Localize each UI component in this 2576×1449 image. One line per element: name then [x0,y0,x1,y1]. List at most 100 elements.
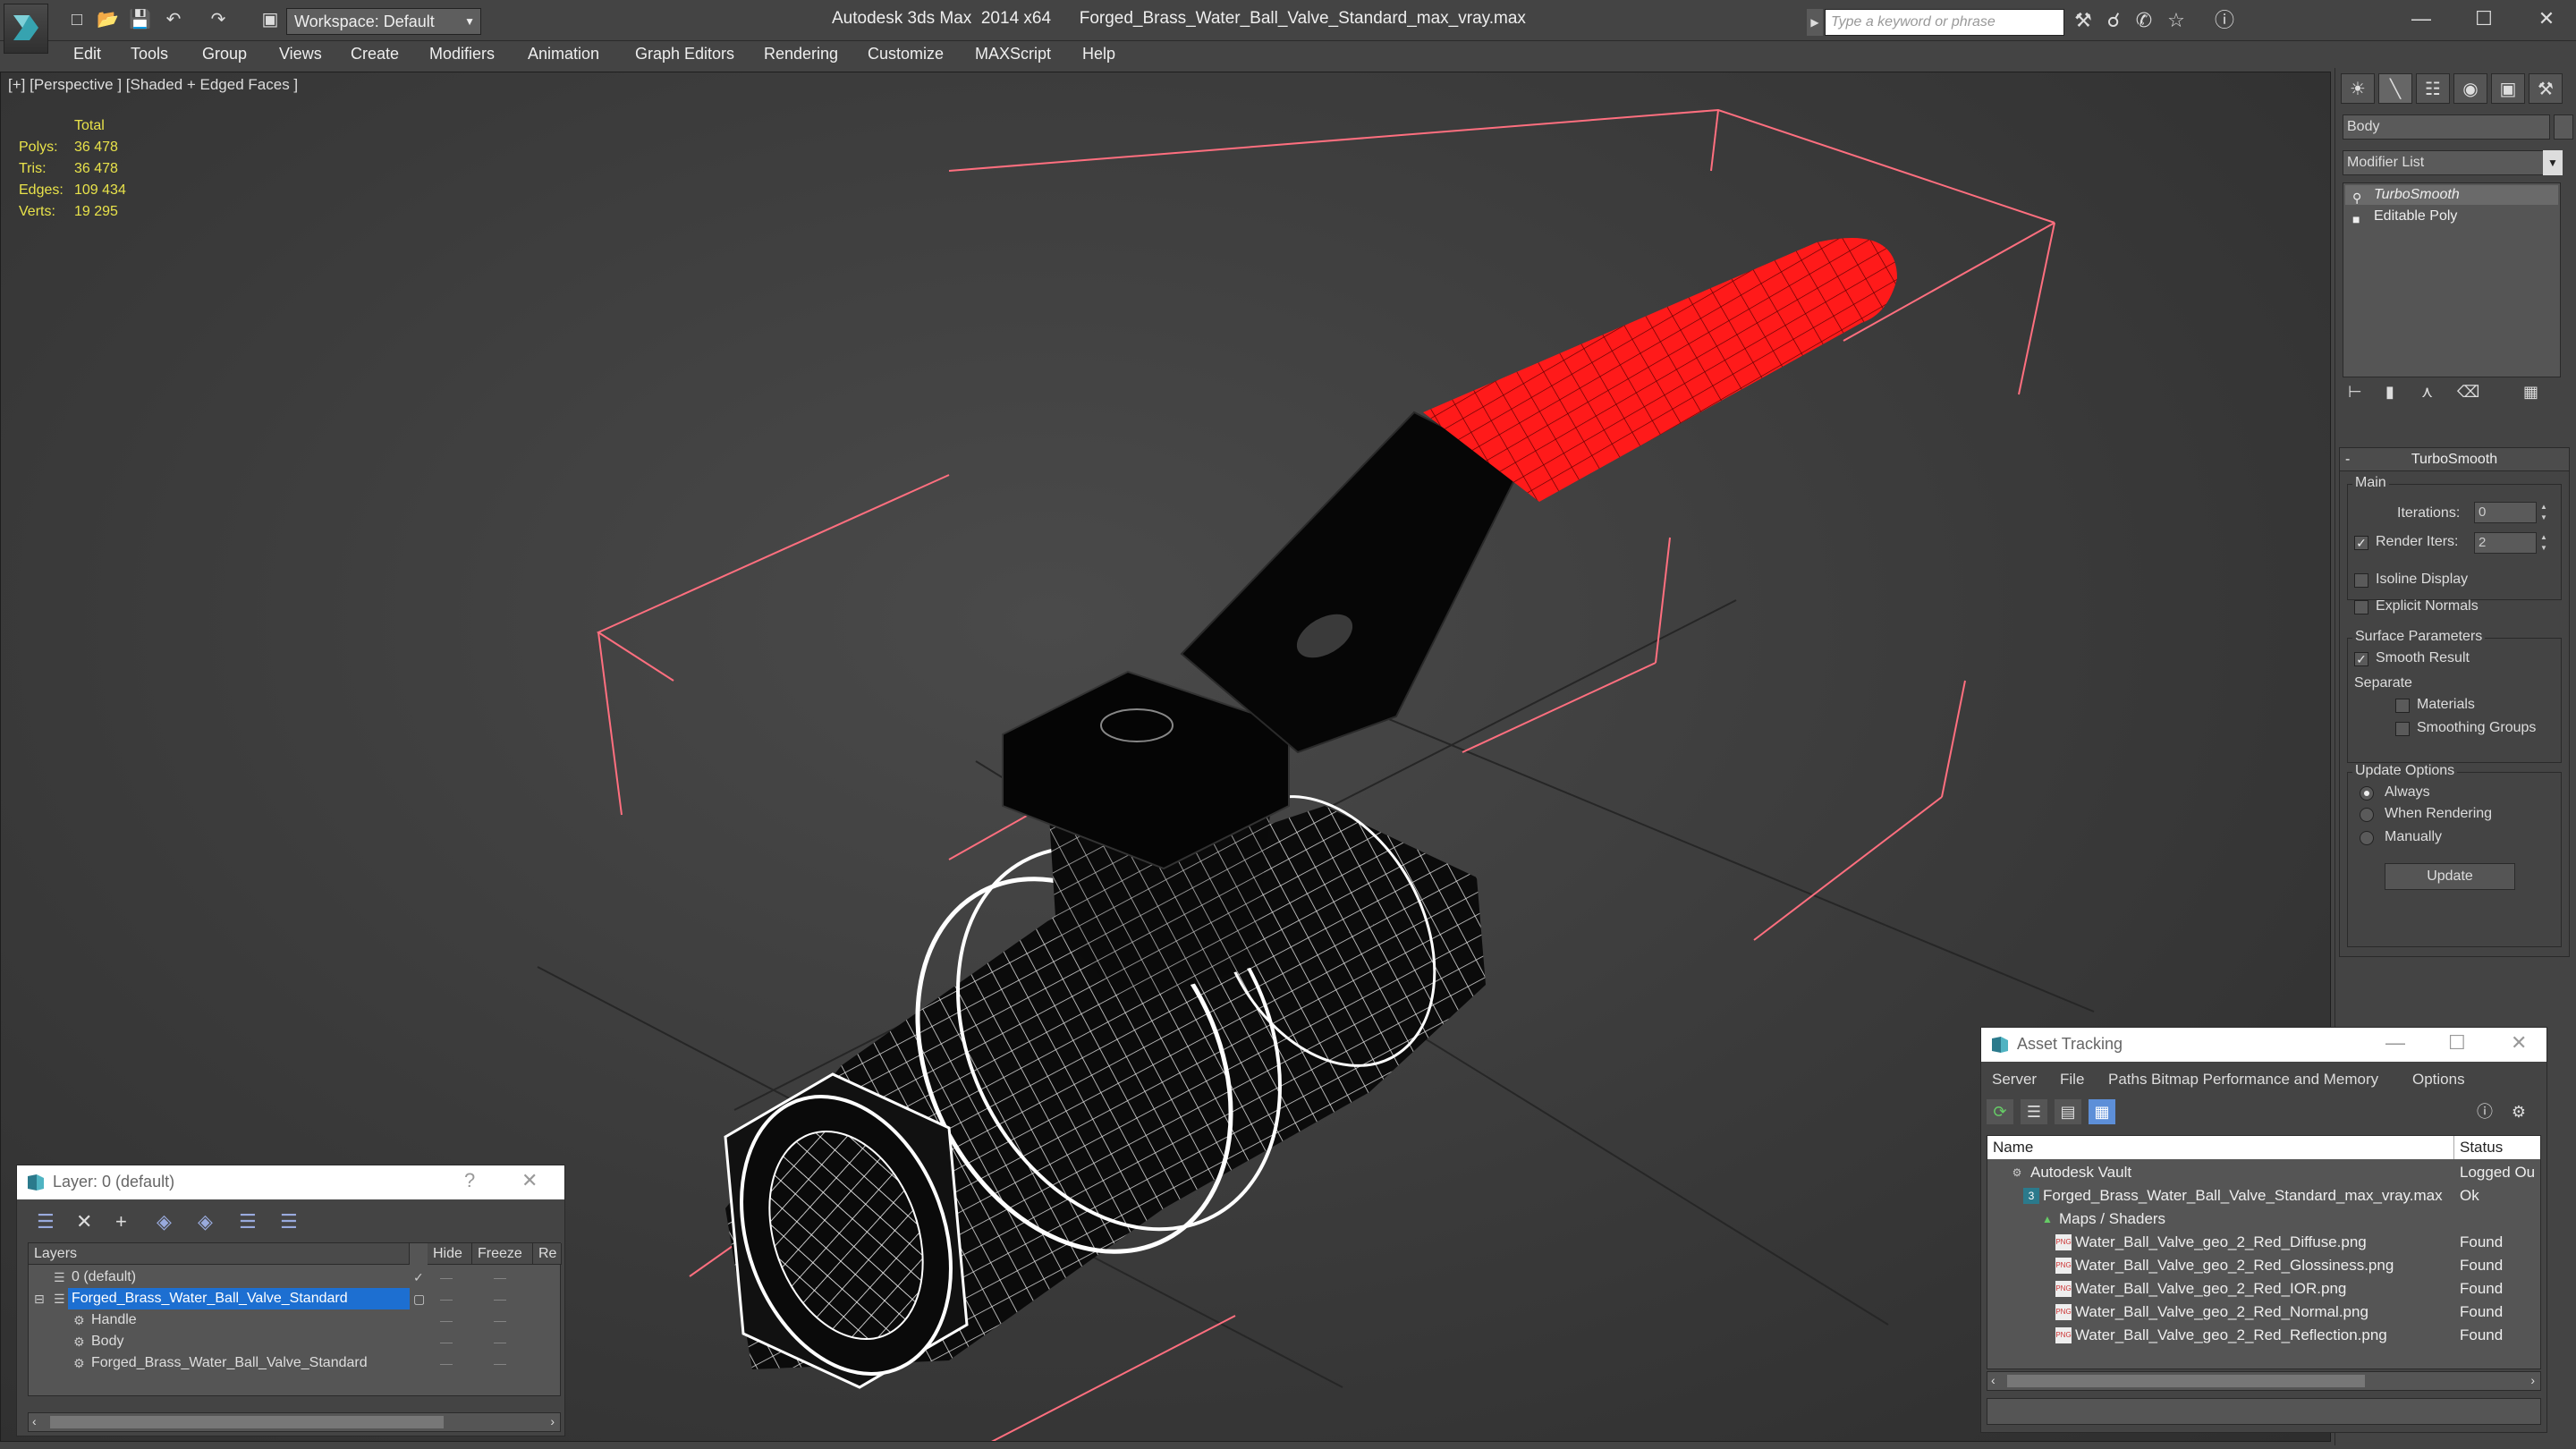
asset-row[interactable]: PNG Water_Ball_Valve_geo_2_Red_Diffuse.p… [1987,1231,2540,1254]
help-icon[interactable]: ? [464,1169,475,1192]
project-folder-icon[interactable]: ▣ [259,11,281,29]
hide-toggle[interactable]: — [440,1331,453,1352]
explicit-normals-checkbox[interactable] [2354,600,2368,614]
minimize-icon[interactable]: — [2385,1031,2405,1055]
freeze-toggle[interactable]: — [494,1352,506,1374]
menu-graph-editors[interactable]: Graph Editors [635,45,734,64]
modify-icon[interactable]: ╲ [2378,73,2412,104]
redo-icon[interactable]: ↷ [208,11,229,29]
menu-tools[interactable]: Tools [131,45,168,64]
maximize-button[interactable]: ☐ [2453,0,2515,38]
hide-toggle[interactable]: — [440,1288,453,1309]
column-layers[interactable]: Layers [29,1243,410,1265]
viewport-label[interactable]: [+] [Perspective ] [Shaded + Edged Faces… [8,76,298,94]
expand-box-icon[interactable]: ■ [2352,209,2360,229]
layer-object-row[interactable]: ⚙ Handle — — [29,1309,560,1331]
favorites-star-icon[interactable]: ☆ [2165,11,2188,30]
menu-modifiers[interactable]: Modifiers [429,45,495,64]
collapse-icon[interactable]: ⊟ [34,1288,45,1309]
search-input[interactable]: Type a keyword or phrase [1825,9,2064,36]
manually-radio[interactable] [2360,831,2374,845]
display-icon[interactable]: ▣ [2491,73,2525,104]
asset-row[interactable]: PNG Water_Ball_Valve_geo_2_Red_Normal.pn… [1987,1301,2540,1324]
stack-item-turbosmooth[interactable]: ⚲ TurboSmooth [2345,185,2558,205]
column-freeze[interactable]: Freeze [472,1243,533,1265]
new-file-icon[interactable]: □ [66,11,88,29]
menu-edit[interactable]: Edit [73,45,101,64]
smoothing-groups-checkbox[interactable] [2395,722,2410,736]
column-hide[interactable]: Hide [428,1243,472,1265]
layer-row[interactable]: ⊟ ☰ Forged_Brass_Water_Ball_Valve_Standa… [29,1288,560,1309]
hide-all-layers-icon[interactable]: ☰ [239,1210,257,1233]
app-menu-button[interactable] [4,4,48,54]
close-icon[interactable]: ✕ [2511,1031,2527,1055]
menu-maxscript[interactable]: MAXScript [975,45,1051,64]
asset-row[interactable]: PNG Water_Ball_Valve_geo_2_Red_Glossines… [1987,1254,2540,1277]
save-icon[interactable]: 💾 [129,11,151,29]
scroll-right-icon[interactable]: › [550,1414,555,1428]
rollout-header[interactable]: - TurboSmooth [2340,448,2569,471]
hide-toggle[interactable]: — [440,1267,453,1288]
freeze-toggle[interactable]: — [494,1267,506,1288]
modifier-list-dropdown[interactable]: Modifier List [2343,150,2559,175]
scroll-left-icon[interactable]: ‹ [32,1414,37,1428]
refresh-icon[interactable]: ⟳ [1987,1099,2013,1124]
layer-object-row[interactable]: ⚙ Forged_Brass_Water_Ball_Valve_Standard… [29,1352,560,1374]
asset-row[interactable]: ▲ Maps / Shaders [1987,1208,2540,1231]
chevron-down-icon[interactable]: ▼ [2543,150,2563,175]
asset-menu-paths[interactable]: Paths [2108,1071,2147,1089]
layer-add-icon[interactable]: ☰ [37,1210,55,1233]
layer-row[interactable]: ☰ 0 (default) ✓ — — [29,1267,560,1288]
column-name[interactable]: Name [1987,1136,2454,1159]
show-end-result-icon[interactable]: ▮ [2385,383,2394,402]
configure-sets-icon[interactable]: ▦ [2523,383,2538,402]
pin-stack-icon[interactable]: ⊢ [2348,383,2362,402]
help-icon[interactable]: ⓘ [2471,1099,2498,1124]
when-rendering-radio[interactable] [2360,808,2374,822]
menu-create[interactable]: Create [351,45,399,64]
lightbulb-icon[interactable]: ⚲ [2352,188,2361,208]
render-iters-spinner-arrows[interactable]: ▲ ▼ [2538,532,2549,554]
open-file-icon[interactable]: 📂 [97,11,119,29]
menu-animation[interactable]: Animation [528,45,599,64]
set-current-box-icon[interactable]: ▢ [413,1288,425,1309]
settings-icon[interactable]: ⚙ [2505,1099,2532,1124]
collapse-icon[interactable]: - [2345,448,2350,471]
highlight-layer-icon[interactable]: ◈ [198,1210,213,1233]
freeze-toggle[interactable]: — [494,1288,506,1309]
scrollbar-thumb[interactable] [2007,1375,2365,1387]
add-selection-icon[interactable]: + [115,1210,127,1233]
asset-panel-titlebar[interactable]: Asset Tracking — ☐ ✕ [1981,1028,2546,1062]
update-button[interactable]: Update [2385,863,2515,890]
iterations-spinner-arrows[interactable]: ▲ ▼ [2538,502,2549,523]
scroll-left-icon[interactable]: ‹ [1991,1373,1996,1387]
hide-toggle[interactable]: — [440,1309,453,1331]
make-unique-icon[interactable]: ⋏ [2421,383,2433,402]
detail-view-icon[interactable]: ▤ [2055,1099,2081,1124]
workspace-select[interactable]: Workspace: Default ▼ [286,8,481,35]
close-icon[interactable]: ✕ [521,1169,538,1192]
layer-object-row[interactable]: ⚙ Body — — [29,1331,560,1352]
close-window-button[interactable]: ✕ [2515,0,2576,38]
asset-menu-bitmap-performance[interactable]: Bitmap Performance and Memory [2151,1071,2378,1089]
scrollbar-thumb[interactable] [50,1416,444,1428]
search-icon[interactable]: ☌ [2102,11,2125,30]
hide-toggle[interactable]: — [440,1352,453,1374]
layer-panel-titlebar[interactable]: Layer: 0 (default) ? ✕ [17,1165,564,1199]
stack-item-editable-poly[interactable]: ■ Editable Poly [2345,207,2558,226]
current-layer-check-icon[interactable]: ✓ [413,1267,424,1288]
motion-icon[interactable]: ◉ [2453,73,2487,104]
menu-help[interactable]: Help [1082,45,1115,64]
asset-menu-server[interactable]: Server [1992,1071,2037,1089]
object-name-field[interactable]: Body [2343,114,2550,140]
asset-menu-file[interactable]: File [2060,1071,2084,1089]
delete-layer-icon[interactable]: ✕ [76,1210,92,1233]
iterations-spinner[interactable]: 0 [2474,502,2537,523]
select-in-layer-icon[interactable]: ◈ [157,1210,172,1233]
menu-views[interactable]: Views [279,45,322,64]
isoline-display-checkbox[interactable] [2354,573,2368,588]
asset-row[interactable]: ⚙ Autodesk Vault Logged Ou [1987,1161,2540,1184]
binoculars-icon[interactable]: ⚒ [2072,11,2095,30]
create-icon[interactable]: ☀ [2341,73,2375,104]
hierarchy-icon[interactable]: ☷ [2416,73,2450,104]
